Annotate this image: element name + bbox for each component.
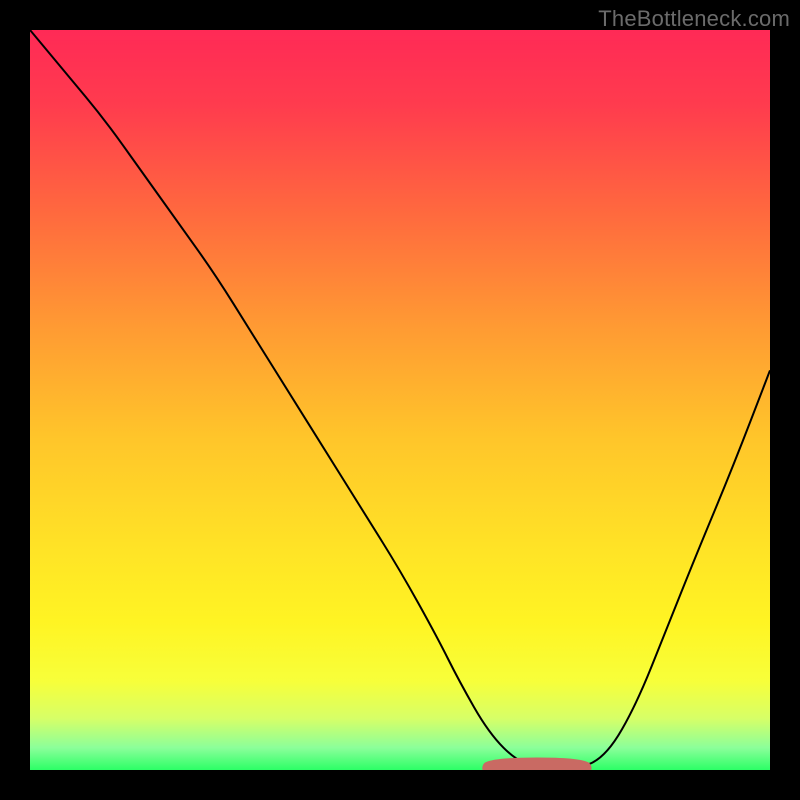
trough-marker — [489, 764, 585, 768]
chart-container: { "watermark": "TheBottleneck.com", "col… — [0, 0, 800, 800]
curve-layer — [30, 30, 770, 770]
watermark-text: TheBottleneck.com — [598, 6, 790, 32]
bottleneck-curve — [30, 30, 770, 770]
plot-area — [30, 30, 770, 770]
